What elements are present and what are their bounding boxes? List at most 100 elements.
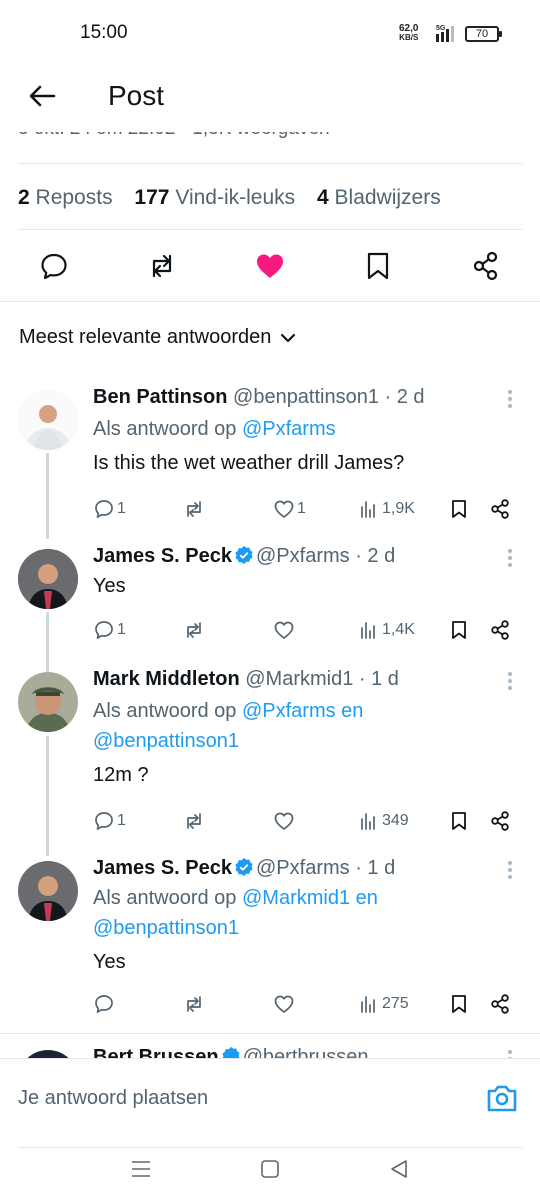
- reply-share-button[interactable]: [489, 989, 511, 1019]
- reply-to-link[interactable]: @Pxfarms en: [242, 700, 363, 722]
- comment-icon: [95, 812, 113, 830]
- bookmark-icon: [452, 500, 466, 518]
- back-nav-icon[interactable]: [388, 1158, 410, 1180]
- reply-repost-button[interactable]: [183, 615, 205, 645]
- repost-icon[interactable]: [146, 250, 178, 282]
- thread-line: [46, 453, 49, 539]
- bookmarks-label: Bladwijzers: [334, 186, 441, 209]
- divider: [0, 1033, 540, 1034]
- avatar[interactable]: [18, 549, 78, 609]
- reply-prefix: Als antwoord op: [93, 887, 242, 909]
- reply-author-name[interactable]: Mark Middleton: [93, 668, 240, 690]
- reply-to-link[interactable]: @benpattinson1: [93, 726, 520, 756]
- reply-context: Als antwoord op @Pxfarms en: [93, 696, 520, 726]
- reply-actions: 1 1 1,9K: [93, 494, 520, 524]
- status-bar: 15:00 62,0 KB/S 5G 70: [0, 0, 540, 68]
- reply-author-name[interactable]: James S. Peck: [93, 857, 232, 879]
- reply-item[interactable]: Bert Brussen @bertbrussen: [0, 1044, 540, 1058]
- reply-composer[interactable]: Je antwoord plaatsen: [0, 1058, 540, 1148]
- avatar[interactable]: [18, 1050, 78, 1058]
- reply-bookmark-button[interactable]: [448, 989, 470, 1019]
- reply-views-count: 349: [382, 812, 409, 829]
- home-icon[interactable]: [259, 1158, 281, 1180]
- reply-input[interactable]: Je antwoord plaatsen: [18, 1087, 208, 1110]
- bookmark-icon: [452, 995, 466, 1013]
- reply-views-button[interactable]: 1,4K: [358, 615, 415, 645]
- reply-repost-button[interactable]: [183, 989, 205, 1019]
- reply-author-name[interactable]: Ben Pattinson: [93, 386, 227, 408]
- repost-icon: [187, 622, 201, 638]
- reply-icon[interactable]: [38, 250, 70, 282]
- network-type: 5G: [436, 25, 446, 32]
- reply-share-button[interactable]: [489, 615, 511, 645]
- reply-prefix: Als antwoord op: [93, 700, 242, 722]
- repost-icon: [187, 501, 201, 517]
- bookmark-icon[interactable]: [362, 250, 394, 282]
- reply-views-button[interactable]: 349: [358, 806, 409, 836]
- reply-comment-button[interactable]: 1: [93, 615, 126, 645]
- reply-actions: 1 349: [93, 806, 520, 836]
- reply-repost-button[interactable]: [183, 494, 205, 524]
- share-icon[interactable]: [470, 250, 502, 282]
- reply-bookmark-button[interactable]: [448, 494, 470, 524]
- like-icon: [274, 621, 294, 639]
- reply-comment-count: 1: [117, 621, 126, 638]
- verified-badge-icon: [235, 546, 253, 564]
- camera-icon[interactable]: [486, 1083, 518, 1113]
- reply-bookmark-button[interactable]: [448, 806, 470, 836]
- back-arrow-icon[interactable]: [26, 80, 58, 112]
- reply-author-name[interactable]: Bert Brussen: [93, 1046, 219, 1058]
- verified-badge-icon: [222, 1047, 240, 1058]
- reply-bookmark-button[interactable]: [448, 615, 470, 645]
- reply-repost-button[interactable]: [183, 806, 205, 836]
- reposts-stat[interactable]: 2 Reposts: [18, 186, 113, 209]
- status-time: 15:00: [80, 22, 128, 43]
- reply-like-button[interactable]: [273, 615, 297, 645]
- post-stats: 2 Reposts 177 Vind-ik-leuks 4 Bladwijzer…: [18, 186, 457, 210]
- more-options-icon[interactable]: [500, 670, 520, 692]
- more-options-icon[interactable]: [500, 859, 520, 881]
- comment-icon: [95, 995, 113, 1013]
- reply-text: Is this the wet weather drill James?: [93, 452, 405, 474]
- reply-author-handle: @bertbrussen: [242, 1046, 369, 1058]
- reply-comment-button[interactable]: 1: [93, 494, 126, 524]
- reply-sort-dropdown[interactable]: Meest relevante antwoorden: [19, 326, 297, 349]
- reply-like-button[interactable]: 1: [273, 494, 306, 524]
- share-icon: [491, 994, 509, 1014]
- like-icon-filled[interactable]: [254, 250, 286, 282]
- more-options-icon[interactable]: [500, 1048, 520, 1058]
- post-actions: [0, 244, 540, 288]
- repost-icon: [187, 996, 201, 1012]
- divider: [18, 229, 522, 230]
- reply-views-button[interactable]: 275: [358, 989, 409, 1019]
- likes-label: Vind-ik-leuks: [175, 186, 296, 209]
- reply-to-link[interactable]: @Markmid1 en: [242, 887, 378, 909]
- more-options-icon[interactable]: [500, 388, 520, 410]
- views-icon: [361, 622, 375, 639]
- reply-like-button[interactable]: [273, 989, 297, 1019]
- net-speed-value: 62,0: [399, 23, 419, 34]
- reply-context: Als antwoord op @Pxfarms: [93, 414, 520, 444]
- reply-to-link[interactable]: @Pxfarms: [242, 418, 336, 440]
- reply-comment-button[interactable]: [93, 989, 117, 1019]
- reply-share-button[interactable]: [489, 494, 511, 524]
- likes-stat[interactable]: 177 Vind-ik-leuks: [134, 186, 295, 209]
- reply-prefix: Als antwoord op: [93, 418, 242, 440]
- reply-to-link[interactable]: @benpattinson1: [93, 913, 520, 943]
- more-options-icon[interactable]: [500, 547, 520, 569]
- reply-text: 12m ?: [93, 764, 149, 786]
- comment-icon: [95, 500, 113, 518]
- reply-author-handle: @Pxfarms · 2 d: [256, 545, 396, 567]
- reply-like-button[interactable]: [273, 806, 297, 836]
- bookmark-icon: [452, 812, 466, 830]
- reply-author-name[interactable]: James S. Peck: [93, 545, 232, 567]
- reply-views-button[interactable]: 1,9K: [358, 494, 415, 524]
- avatar[interactable]: [18, 672, 78, 732]
- avatar[interactable]: [18, 390, 78, 450]
- bookmarks-stat[interactable]: 4 Bladwijzers: [317, 186, 441, 209]
- avatar[interactable]: [18, 861, 78, 921]
- menu-icon[interactable]: [130, 1158, 152, 1180]
- reply-share-button[interactable]: [489, 806, 511, 836]
- thread-line: [46, 736, 49, 856]
- reply-comment-button[interactable]: 1: [93, 806, 126, 836]
